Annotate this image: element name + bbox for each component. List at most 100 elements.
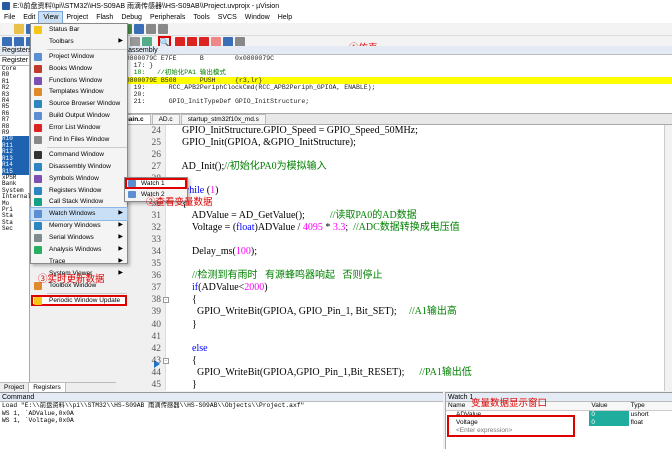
- registers-panel-title: Registers: [0, 46, 32, 56]
- code-line[interactable]: else: [172, 343, 662, 355]
- tab-project[interactable]: Project: [0, 383, 30, 392]
- open-icon[interactable]: [14, 24, 24, 34]
- code-token: //读取PA0的AD数据: [329, 209, 417, 221]
- menu-item-error-list-window[interactable]: Error List Window: [31, 122, 127, 134]
- find-icon[interactable]: [146, 24, 156, 34]
- line-number-text: 38: [151, 295, 162, 306]
- editor-tab[interactable]: startup_stm32f10x_md.s: [180, 114, 266, 124]
- indent-icon[interactable]: [158, 24, 168, 34]
- menu-item-find-in-files-window[interactable]: Find In Files Window: [31, 134, 127, 146]
- menu-item-toolbars[interactable]: Toolbars ▶: [31, 36, 127, 48]
- tab-registers[interactable]: Registers: [29, 383, 66, 392]
- disassembly-line[interactable]: 0x0800079C E7FE B 0x0800079C: [116, 55, 672, 62]
- disassembly-line[interactable]: 0x0800079E B508 PUSH {r3,lr}: [116, 76, 672, 84]
- disassembly-line[interactable]: 20:: [116, 91, 672, 98]
- code-line[interactable]: AD_Init();//初始化PA0为模拟输入: [172, 161, 662, 173]
- menu-item-call-stack-window[interactable]: Call Stack Window: [31, 196, 127, 208]
- annotation-view-variable: ②查看变量数据: [146, 197, 213, 208]
- code-line[interactable]: while (1): [172, 185, 662, 197]
- check-icon: [34, 296, 42, 305]
- disassembly-line[interactable]: 18: //初始化PA1 输出模式: [116, 69, 672, 76]
- code-line[interactable]: {: [172, 198, 662, 210]
- code-line[interactable]: {: [172, 294, 662, 306]
- watch-col-value[interactable]: Value: [589, 402, 629, 411]
- editor-vertical-scrollbar[interactable]: [664, 125, 672, 391]
- menu-debug[interactable]: Debug: [117, 12, 146, 23]
- menu-item-registers-window[interactable]: Registers Window: [31, 185, 127, 197]
- line-number: 45: [116, 379, 165, 391]
- menu-item-analysis-windows[interactable]: Analysis Windows ▶: [31, 244, 127, 256]
- code-line[interactable]: [172, 173, 662, 185]
- code-line[interactable]: [172, 234, 662, 246]
- line-number-text: 26: [151, 150, 162, 161]
- code-line[interactable]: [172, 149, 662, 161]
- code-line[interactable]: {: [172, 355, 662, 367]
- editor-tab[interactable]: AD.c: [151, 114, 180, 124]
- menu-file[interactable]: File: [0, 12, 19, 23]
- code-token: *: [322, 221, 333, 233]
- code-line[interactable]: if(ADValue<2000): [172, 282, 662, 294]
- line-number-text: 43: [151, 355, 162, 366]
- menu-item-label: Project Window: [49, 52, 95, 60]
- menu-peripherals[interactable]: Peripherals: [146, 12, 189, 23]
- disassembly-line[interactable]: 19: RCC_APB2PeriphClockCmd(RCC_APB2Perip…: [116, 84, 672, 91]
- code-line[interactable]: //检测到有雨时 有源蜂鸣器响起 否则停止: [172, 270, 662, 282]
- register-list[interactable]: Core R0 R1 R2 R3 R4 R5 R6 R7 R8 R9 R10 R11 R12 R13 R14 R…: [0, 65, 31, 233]
- line-number-text: 36: [151, 271, 162, 282]
- line-number-text: 37: [151, 283, 162, 294]
- code-line[interactable]: GPIO_InitStructure.GPIO_Speed = GPIO_Spe…: [172, 125, 662, 137]
- disassembly-line[interactable]: 21: GPIO_InitTypeDef GPIO_InitStructure;: [116, 98, 672, 105]
- watch-col-type[interactable]: Type: [628, 402, 672, 411]
- menu-item-build-output-window[interactable]: Build Output Window: [31, 110, 127, 122]
- code-line[interactable]: ADValue = AD_GetValue(); //读取PA0的AD数据: [172, 210, 662, 222]
- menu-project[interactable]: Project: [62, 12, 92, 23]
- code-line[interactable]: Delay_ms(100);: [172, 246, 662, 258]
- menu-item-label: Functions Window: [49, 76, 103, 84]
- menu-flash[interactable]: Flash: [92, 12, 117, 23]
- code-line[interactable]: [172, 258, 662, 270]
- line-number: 43-: [116, 355, 169, 367]
- code-line[interactable]: GPIO_WriteBit(GPIOA,GPIO_Pin_1,Bit_RESET…: [172, 367, 662, 379]
- menu-item-templates-window[interactable]: Templates Window: [31, 86, 127, 98]
- menu-item-serial-windows[interactable]: Serial Windows ▶: [31, 232, 127, 244]
- menu-window[interactable]: Window: [241, 12, 274, 23]
- menu-item-memory-windows[interactable]: Memory Windows ▶: [31, 220, 127, 232]
- menu-item-periodic-window-update[interactable]: Periodic Window Update: [31, 294, 127, 307]
- bookmark-icon[interactable]: [134, 24, 144, 34]
- menu-item-label: Memory Windows: [49, 222, 101, 230]
- menu-item-symbols-window[interactable]: Symbols Window: [31, 173, 127, 185]
- menu-help[interactable]: Help: [274, 12, 296, 23]
- menu-item-watch-1[interactable]: Watch 1: [125, 178, 187, 189]
- code-line[interactable]: }: [172, 319, 662, 331]
- code-line[interactable]: Voltage = (float)ADValue / 4095 * 3.3; /…: [172, 222, 662, 234]
- menu-item-label: Serial Windows: [49, 234, 94, 242]
- code-line[interactable]: }: [172, 379, 662, 391]
- fold-toggle-icon[interactable]: -: [163, 297, 169, 304]
- menu-item-disassembly-window[interactable]: Disassembly Window: [31, 161, 127, 173]
- menu-item-source-browser-window[interactable]: Source Browser Window: [31, 98, 127, 110]
- command-window: Command Load "E:\\前盘资料\\pi\\STM32\\HS-S0…: [0, 392, 443, 449]
- menu-item-books-window[interactable]: Books Window: [31, 63, 127, 75]
- menu-item-functions-window[interactable]: Functions Window: [31, 75, 127, 87]
- code-line[interactable]: GPIO_Init(GPIOA, &GPIO_InitStructure);: [172, 137, 662, 149]
- code-line[interactable]: [172, 331, 662, 343]
- watch-variable-value[interactable]: 0: [589, 418, 629, 426]
- menu-edit[interactable]: Edit: [19, 12, 39, 23]
- menu-svcs[interactable]: SVCS: [214, 12, 241, 23]
- fold-toggle-icon[interactable]: -: [163, 357, 169, 364]
- watch-variable-value[interactable]: 0: [589, 410, 629, 418]
- analysis-icon: [34, 246, 42, 255]
- new-file-icon[interactable]: [2, 24, 12, 34]
- code-editor[interactable]: 242526272829-303132333435363738-39404142…: [116, 125, 672, 391]
- code-line[interactable]: GPIO_WriteBit(GPIOA, GPIO_Pin_1, Bit_SET…: [172, 306, 662, 318]
- menu-item-command-window[interactable]: Command Window: [31, 149, 127, 161]
- menu-item-project-window[interactable]: Project Window: [31, 51, 127, 63]
- menu-tools[interactable]: Tools: [189, 12, 213, 23]
- watch-variable-type: float: [630, 418, 643, 426]
- register-row[interactable]: Sec: [2, 225, 29, 232]
- menu-item-trace[interactable]: Trace ▶: [31, 256, 127, 268]
- find-icon: [34, 136, 42, 145]
- menu-item-status-bar[interactable]: Status Bar: [31, 24, 127, 36]
- menu-view[interactable]: View: [38, 11, 64, 24]
- menu-item-watch-windows[interactable]: Watch Windows ▶: [30, 207, 128, 222]
